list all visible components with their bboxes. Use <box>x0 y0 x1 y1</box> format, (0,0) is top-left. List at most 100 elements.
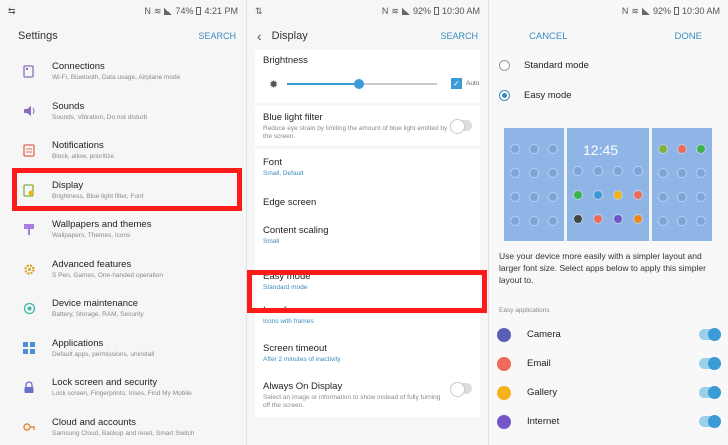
item-title: Cloud and accounts <box>52 416 136 428</box>
font-row[interactable]: Font Small, Default <box>255 149 480 187</box>
easy-mode-preview: 12:45 <box>504 128 712 241</box>
item-title: Notifications <box>52 140 104 152</box>
app-bar: CANCEL DONE <box>489 22 728 50</box>
auto-checkbox[interactable]: ✓ <box>451 78 462 89</box>
app-row-email[interactable]: Email <box>489 349 728 378</box>
item-subtitle: Block, allow, prioritize <box>52 153 115 161</box>
always-on-display-title: Always On Display <box>263 381 343 392</box>
settings-item-lock-screen[interactable]: Lock screen and security Lock screen, Fin… <box>0 368 246 408</box>
icon-frames-row[interactable]: Icon frames Icons with frames <box>255 297 480 337</box>
settings-list: Connections Wi-Fi, Bluetooth, Data usage,… <box>0 50 246 445</box>
cancel-button[interactable]: CANCEL <box>529 31 568 42</box>
item-subtitle: Default apps, permissions, uninstall <box>52 350 155 358</box>
status-bar: ⇅ N ≋ 92% 10:30 AM <box>247 0 488 22</box>
app-row-gallery[interactable]: Gallery <box>489 378 728 407</box>
page-title: Display <box>271 30 308 42</box>
camera-icon <box>497 327 511 342</box>
signal-icon <box>164 7 173 15</box>
nfc-icon: N <box>381 6 389 16</box>
app-bar: Settings SEARCH <box>0 22 246 50</box>
item-title: Display <box>52 179 84 191</box>
clock: 10:30 AM <box>681 6 720 16</box>
sound-icon <box>22 104 36 118</box>
clock: 4:21 PM <box>204 6 238 16</box>
screen-timeout-row[interactable]: Screen timeout After 2 minutes of inacti… <box>255 337 480 377</box>
gallery-toggle[interactable] <box>699 386 721 399</box>
brightness-thumb[interactable] <box>354 79 364 89</box>
brightness-card: Brightness ✹ ✓ Auto <box>255 50 480 103</box>
easy-mode-title: Easy mode <box>263 271 311 282</box>
easy-applications-header: Easy applications <box>499 307 550 314</box>
settings-item-cloud[interactable]: Cloud and accounts Samsung Cloud, Backup … <box>0 408 246 445</box>
clock: 10:30 AM <box>441 6 480 16</box>
brush-icon <box>22 223 36 237</box>
easy-mode-description: Use your device more easily with a simpl… <box>499 251 706 285</box>
easy-mode-option[interactable]: Easy mode <box>499 90 572 101</box>
easy-mode-label: Easy mode <box>524 90 572 101</box>
status-bar: ⇆ N ≋ 74% 4:21 PM <box>0 0 246 22</box>
internet-toggle[interactable] <box>699 415 721 428</box>
item-title: Sounds <box>52 100 85 112</box>
signal-icon <box>401 7 410 15</box>
blue-light-title: Blue light filter <box>263 112 323 123</box>
email-toggle[interactable] <box>699 357 721 370</box>
maintenance-icon <box>22 302 36 316</box>
auto-label: Auto <box>466 80 480 87</box>
camera-toggle[interactable] <box>699 328 721 341</box>
done-button[interactable]: DONE <box>675 31 702 42</box>
back-arrow-icon[interactable]: ‹ <box>257 28 262 44</box>
settings-item-maintenance[interactable]: Device maintenance Battery, Storage, RAM,… <box>0 289 246 329</box>
screen-timeout-value: After 2 minutes of inactivity <box>263 356 341 363</box>
display-panel: ⇅ N ≋ 92% 10:30 AM ‹ Display SEARCH Brig… <box>246 0 488 445</box>
wifi-icon: ≋ <box>391 5 399 16</box>
always-on-display-toggle[interactable] <box>450 382 472 397</box>
easy-mode-row[interactable]: Easy mode Standard mode <box>255 257 480 297</box>
standard-mode-label: Standard mode <box>524 60 589 71</box>
battery-icon <box>433 7 439 15</box>
app-row-camera[interactable]: Camera <box>489 320 728 349</box>
page-title: Settings <box>18 30 58 42</box>
content-scaling-row[interactable]: Content scaling Small <box>255 219 480 257</box>
brightness-slider[interactable] <box>287 79 437 89</box>
item-subtitle: Wi-Fi, Bluetooth, Data usage, Airplane m… <box>52 74 181 82</box>
settings-item-advanced[interactable]: Advanced features S Pen, Games, One-hande… <box>0 250 246 290</box>
preview-screen-right <box>652 128 712 241</box>
apps-icon <box>22 341 36 355</box>
preview-screen-center: 12:45 <box>567 128 649 241</box>
easy-mode-radio[interactable] <box>499 90 510 101</box>
always-on-display-row[interactable]: Always On Display Select an image or inf… <box>255 377 480 417</box>
app-name: Internet <box>527 416 560 427</box>
preview-clock: 12:45 <box>583 142 619 158</box>
settings-item-connections[interactable]: Connections Wi-Fi, Bluetooth, Data usage,… <box>0 52 246 92</box>
standard-mode-option[interactable]: Standard mode <box>499 60 589 71</box>
settings-item-applications[interactable]: Applications Default apps, permissions, u… <box>0 329 246 369</box>
battery-icon <box>196 7 202 15</box>
wifi-icon: ≋ <box>631 5 639 16</box>
app-name: Camera <box>527 329 561 340</box>
internet-icon <box>497 414 511 429</box>
blue-light-desc: Reduce eye strain by limiting the amount… <box>263 125 448 140</box>
nfc-icon: N <box>621 6 629 16</box>
signal-icon <box>641 7 650 15</box>
edge-screen-row[interactable]: Edge screen <box>255 187 480 219</box>
settings-item-notifications[interactable]: Notifications Block, allow, prioritize <box>0 131 246 171</box>
settings-item-sounds[interactable]: Sounds Sounds, Vibration, Do not disturb <box>0 92 246 132</box>
standard-mode-radio[interactable] <box>499 60 510 71</box>
always-on-display-desc: Select an image or information to show i… <box>263 394 441 409</box>
settings-item-wallpapers[interactable]: Wallpapers and themes Wallpapers, Themes,… <box>0 210 246 250</box>
display-icon <box>22 183 36 197</box>
font-title: Font <box>263 157 283 168</box>
settings-item-display[interactable]: Display Brightness, Blue light filter, Fo… <box>0 171 246 211</box>
content-scaling-title: Content scaling <box>263 225 329 236</box>
item-title: Wallpapers and themes <box>52 219 152 231</box>
app-row-internet[interactable]: Internet <box>489 407 728 436</box>
item-subtitle: Sounds, Vibration, Do not disturb <box>52 113 148 121</box>
lock-icon <box>22 381 36 395</box>
blue-light-row[interactable]: Blue light filter Reduce eye strain by l… <box>255 106 480 146</box>
email-icon <box>497 356 511 371</box>
search-button[interactable]: SEARCH <box>440 31 478 41</box>
item-subtitle: Samsung Cloud, Backup and reset, Smart S… <box>52 429 195 437</box>
search-button[interactable]: SEARCH <box>198 31 236 41</box>
battery-level: 92% <box>652 6 671 16</box>
blue-light-toggle[interactable] <box>450 119 472 134</box>
